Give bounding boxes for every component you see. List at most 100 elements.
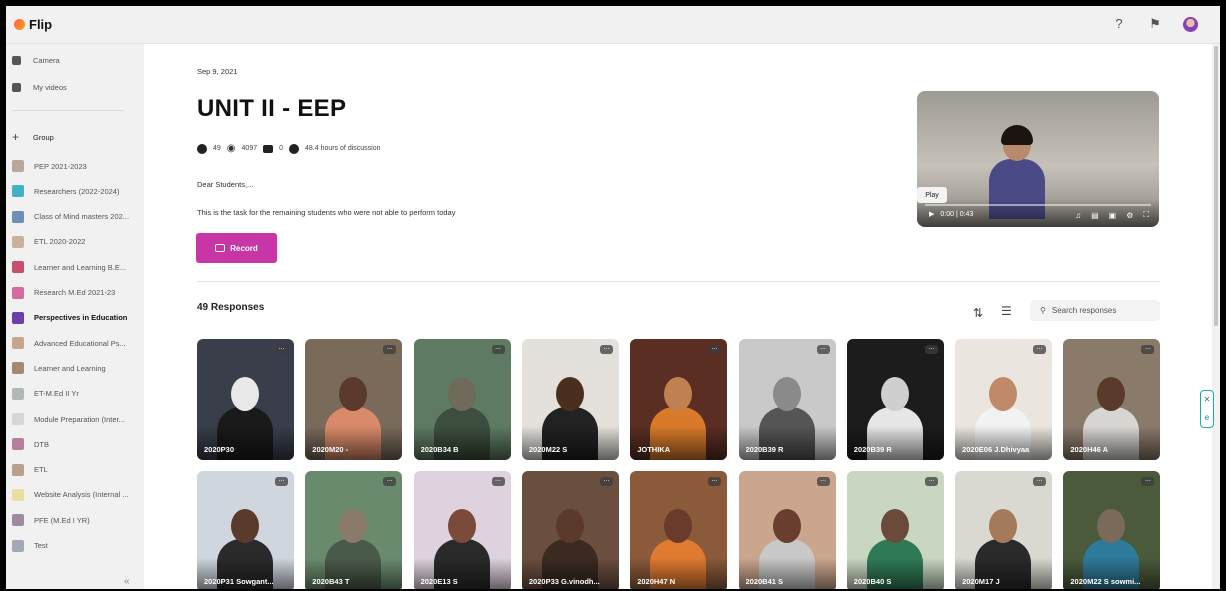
topic-video-player[interactable]: Play ▶ 0:00 | 0:43 ♫ ▤ ▣ ⚙ ⛶ — [917, 91, 1159, 227]
sidebar-item-add-group[interactable]: + Group — [6, 127, 144, 147]
more-options-icon[interactable]: ... — [275, 344, 288, 354]
response-name: 2020B39 R — [745, 445, 784, 454]
more-options-icon[interactable]: ... — [1033, 344, 1047, 354]
video-progress-bar[interactable] — [925, 204, 1151, 206]
group-thumbnail — [12, 387, 24, 400]
response-card[interactable]: ... 2020M22 S — [521, 339, 619, 460]
more-options-icon[interactable]: ... — [383, 344, 397, 354]
sort-icon[interactable]: ⇅ — [973, 306, 983, 320]
response-card[interactable]: ... 2020H47 N — [630, 471, 728, 589]
more-options-icon[interactable]: ... — [599, 344, 613, 354]
search-input[interactable]: ⚲ Search responses — [1030, 300, 1160, 321]
response-name: 2020B40 S — [853, 577, 892, 586]
response-name: 2020M22 S sowmi... — [1070, 577, 1141, 586]
response-card[interactable]: ... 2020B39 R — [738, 339, 836, 460]
more-options-icon[interactable]: ... — [1141, 344, 1155, 354]
response-card[interactable]: ... 2020P33 G.vinodh... — [521, 471, 619, 589]
response-card[interactable]: ... 2020B41 S — [738, 471, 836, 589]
sidebar-group-item[interactable]: DTB — [6, 434, 144, 454]
record-button[interactable]: Record — [196, 233, 277, 263]
transcript-icon[interactable]: ▤ — [1091, 211, 1099, 220]
sidebar-group-item[interactable]: Research M.Ed 2021-23 — [6, 283, 144, 303]
help-icon[interactable]: ? — [1111, 16, 1127, 32]
scrollbar-thumb[interactable] — [1214, 46, 1218, 326]
group-thumbnail — [12, 362, 24, 375]
response-card[interactable]: ... 2020E13 S — [413, 471, 511, 589]
group-thumbnail — [12, 160, 24, 172]
response-name: 2020B41 S — [745, 577, 784, 586]
group-thumbnail — [12, 261, 24, 274]
response-card[interactable]: ... 2020P30 — [197, 339, 294, 460]
extension-widget-icon[interactable]: ✕ e — [1200, 390, 1214, 428]
sidebar-group-item[interactable]: Learner and Learning B.E... — [6, 257, 144, 277]
video-controls-left: ▶ 0:00 | 0:43 — [929, 210, 973, 219]
more-options-icon[interactable]: ... — [816, 476, 830, 486]
notification-icon[interactable]: ⚑ — [1147, 16, 1163, 32]
sidebar-group-item[interactable]: Perspectives in Education — [6, 308, 144, 328]
group-thumbnail — [12, 311, 24, 324]
sidebar-group-item[interactable]: ETL — [6, 460, 144, 480]
discussion-time: 48.4 hours of discussion — [305, 145, 381, 152]
response-card[interactable]: ... 2020H46 A — [1063, 339, 1161, 460]
card-shade — [197, 426, 294, 460]
captions-icon[interactable]: ▣ — [1109, 211, 1117, 220]
more-options-icon[interactable]: ... — [491, 476, 505, 486]
sidebar-group-item[interactable]: ET-M.Ed II Yr — [6, 384, 144, 404]
response-card[interactable]: ... 2020B34 B — [413, 339, 511, 460]
more-options-icon[interactable]: ... — [924, 476, 938, 486]
response-card[interactable]: ... 2020M22 S sowmi... — [1063, 471, 1161, 589]
response-card[interactable]: ... 2020B43 T — [305, 471, 403, 589]
fullscreen-icon[interactable]: ⛶ — [1143, 210, 1149, 220]
response-card[interactable]: ... 2020E06 J.Dhivyaa — [955, 339, 1053, 460]
more-options-icon[interactable]: ... — [1033, 476, 1047, 486]
sidebar-group-item[interactable]: Test — [6, 536, 144, 556]
sidebar-item-my-videos[interactable]: My videos — [6, 77, 144, 97]
list-view-icon[interactable]: ☰ — [1001, 304, 1012, 318]
sidebar-group-item[interactable]: PEP 2021-2023 — [6, 156, 144, 176]
card-shade — [955, 426, 1053, 460]
response-card[interactable]: ... 2020B39 R — [846, 339, 944, 460]
volume-icon[interactable]: ♫ — [1075, 211, 1081, 220]
response-card[interactable]: ... 2020M17 J — [955, 471, 1053, 589]
more-options-icon[interactable]: ... — [491, 344, 505, 354]
more-options-icon[interactable]: ... — [816, 344, 830, 354]
more-options-icon[interactable]: ... — [1141, 476, 1155, 486]
sidebar-group-item[interactable]: Module Preparation (Inter... — [6, 409, 144, 429]
sidebar-item-camera[interactable]: Camera — [6, 50, 144, 70]
more-options-icon[interactable]: ... — [708, 344, 722, 354]
card-shade — [738, 426, 836, 460]
response-card[interactable]: ... 2020P31 Sowgant... — [197, 471, 294, 589]
play-icon[interactable]: ▶ — [929, 210, 934, 218]
avatar[interactable] — [1183, 16, 1198, 32]
card-shade — [1063, 426, 1161, 460]
response-card[interactable]: ... 2020B40 S — [846, 471, 944, 589]
sidebar-group-item[interactable]: Learner and Learning — [6, 358, 144, 378]
sidebar-item-label: My videos — [33, 82, 67, 92]
more-options-icon[interactable]: ... — [275, 476, 288, 486]
sidebar-group-item[interactable]: ETL 2020-2022 — [6, 232, 144, 252]
sidebar-group-item[interactable]: Researchers (2022-2024) — [6, 181, 144, 201]
response-name: 2020B39 R — [853, 445, 892, 454]
response-thumbnail-face — [231, 377, 259, 411]
flip-logo[interactable]: Flip — [14, 17, 52, 32]
response-name: 2020H46 A — [1070, 445, 1109, 454]
response-card[interactable]: ... 2020M20 - — [305, 339, 403, 460]
sidebar-item-label: Learner and Learning B.E... — [34, 262, 127, 272]
sidebar-group-item[interactable]: Advanced Educational Ps... — [6, 333, 144, 353]
more-options-icon[interactable]: ... — [599, 476, 613, 486]
response-thumbnail-face — [447, 377, 476, 411]
group-thumbnail — [12, 438, 24, 451]
more-options-icon[interactable]: ... — [383, 476, 397, 486]
card-shade — [413, 426, 511, 460]
more-options-icon[interactable]: ... — [708, 476, 722, 486]
sidebar-group-item[interactable]: Website Analysis (Internal ... — [6, 485, 144, 505]
response-card[interactable]: ... JOTHIKA — [630, 339, 728, 460]
collapse-sidebar-icon[interactable]: « — [124, 576, 130, 587]
sidebar-group-item[interactable]: Class of Mind masters 202... — [6, 207, 144, 227]
page-scrollbar[interactable] — [1212, 44, 1220, 589]
sidebar-group-item[interactable]: PFE (M.Ed I YR) — [6, 510, 144, 530]
camera-icon — [12, 55, 21, 65]
card-shade — [630, 426, 728, 460]
more-options-icon[interactable]: ... — [924, 344, 938, 354]
settings-icon[interactable]: ⚙ — [1126, 211, 1133, 220]
